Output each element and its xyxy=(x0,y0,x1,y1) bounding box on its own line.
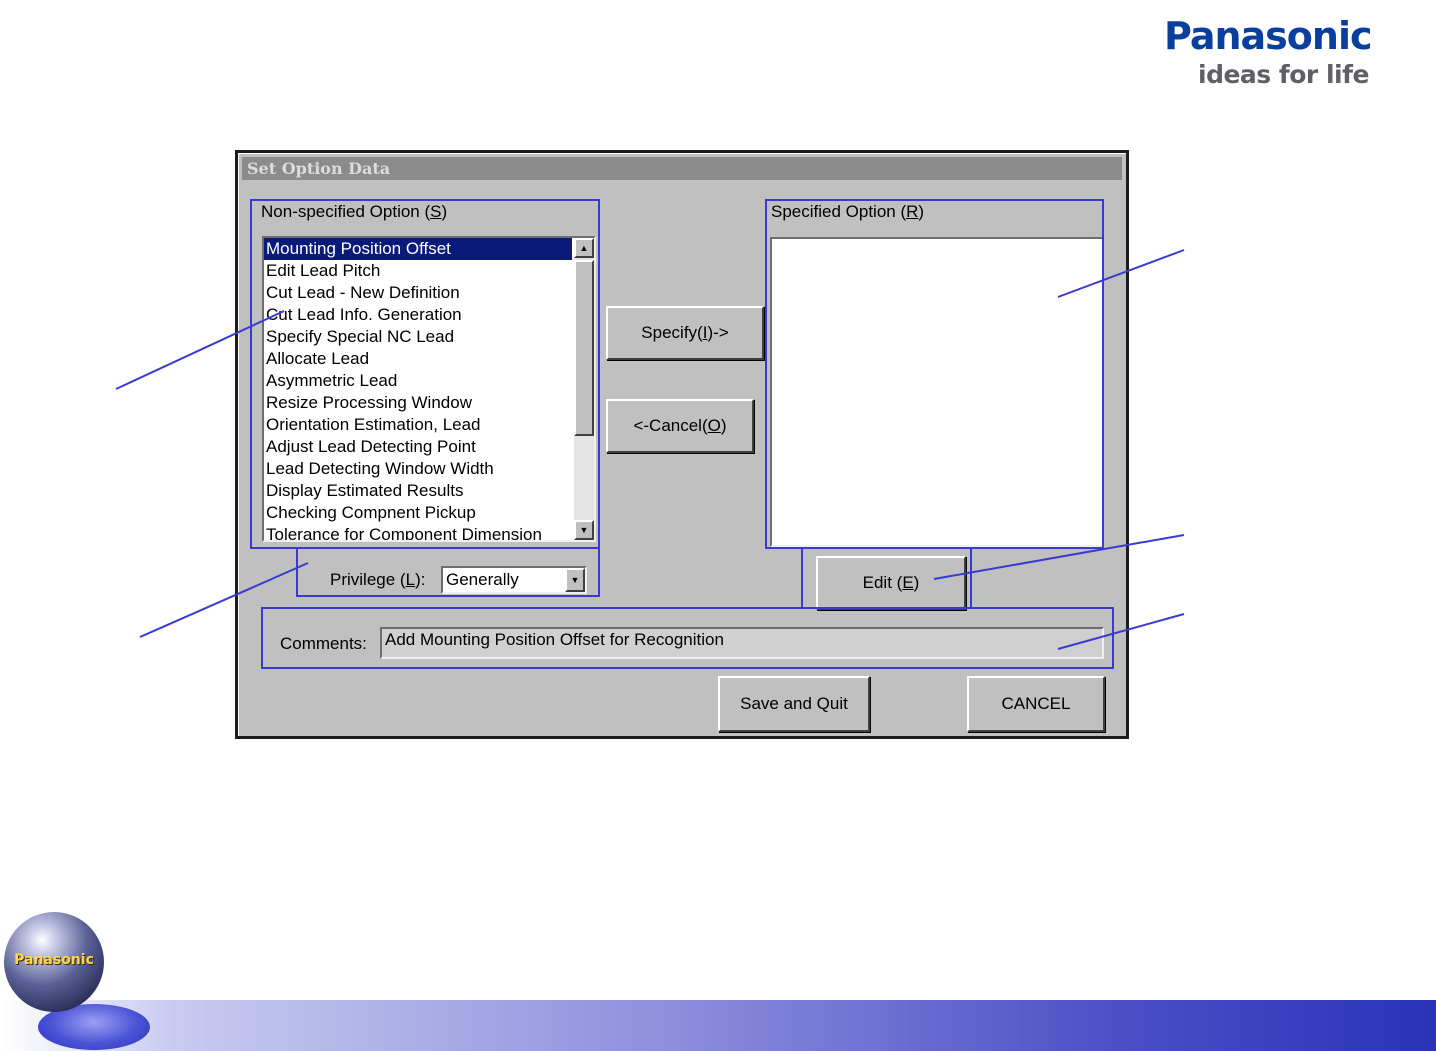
list-item[interactable]: Mounting Position Offset xyxy=(264,238,572,260)
privilege-label-text: Privilege ( xyxy=(330,570,406,589)
scroll-up-arrow-icon[interactable]: ▲ xyxy=(574,238,594,258)
non-specified-items: Mounting Position Offset Edit Lead Pitch C… xyxy=(264,238,572,540)
privilege-label-end: ): xyxy=(415,570,426,589)
edit-button-key: E xyxy=(902,573,914,592)
list-item[interactable]: Tolerance for Component Dimension xyxy=(264,524,572,540)
cancel-move-button-end: ) xyxy=(720,416,727,435)
non-specified-label-text: Non-specified Option ( xyxy=(261,202,431,221)
list-item[interactable]: Checking Compnent Pickup xyxy=(264,502,572,524)
brand-logo: Panasonic ideas for life xyxy=(1134,8,1434,92)
comments-label: Comments: xyxy=(280,634,367,653)
non-specified-label-end: ) xyxy=(441,202,448,221)
list-item[interactable]: Cut Lead Info. Generation xyxy=(264,304,572,326)
chevron-down-icon[interactable]: ▼ xyxy=(565,568,585,592)
edit-button-end: ) xyxy=(913,573,920,592)
cancel-move-button[interactable]: <-Cancel(O) xyxy=(606,399,754,453)
list-item[interactable]: Orientation Estimation, Lead xyxy=(264,414,572,436)
globe-logo-icon: Panasonic xyxy=(4,912,104,1012)
dialog-titlebar[interactable]: Set Option Data xyxy=(242,157,1122,180)
scroll-thumb[interactable] xyxy=(574,260,594,436)
specify-button[interactable]: Specify(I)-> xyxy=(606,306,764,360)
globe-label: Panasonic xyxy=(14,952,94,968)
non-specified-option-list[interactable]: Mounting Position Offset Edit Lead Pitch C… xyxy=(262,236,596,542)
privilege-value: Generally xyxy=(446,570,519,589)
list-item[interactable]: Adjust Lead Detecting Point xyxy=(264,436,572,458)
specify-button-end: )-> xyxy=(707,323,729,342)
list-item[interactable]: Display Estimated Results xyxy=(264,480,572,502)
brand-name: Panasonic xyxy=(1164,14,1372,58)
specified-label-key: R xyxy=(906,202,919,221)
scroll-down-arrow-icon[interactable]: ▼ xyxy=(574,520,594,540)
list-item[interactable]: Edit Lead Pitch xyxy=(264,260,572,282)
list-item[interactable]: Asymmetric Lead xyxy=(264,370,572,392)
list-scrollbar[interactable]: ▲ ▼ xyxy=(574,238,594,540)
list-item[interactable]: Allocate Lead xyxy=(264,348,572,370)
list-item[interactable]: Specify Special NC Lead xyxy=(264,326,572,348)
list-item[interactable]: Cut Lead - New Definition xyxy=(264,282,572,304)
specified-option-label: Specified Option (R) xyxy=(771,202,924,222)
privilege-label: Privilege (L): xyxy=(330,570,425,590)
cancel-move-button-key: O xyxy=(707,416,721,435)
dialog-title: Set Option Data xyxy=(247,159,391,178)
edit-button-text: Edit ( xyxy=(862,573,903,592)
specified-label-end: ) xyxy=(918,202,925,221)
edit-button[interactable]: Edit (E) xyxy=(816,556,966,610)
privilege-label-key: L xyxy=(405,570,416,589)
list-item[interactable]: Resize Processing Window xyxy=(264,392,572,414)
non-specified-option-label: Non-specified Option (S) xyxy=(261,202,447,222)
comments-field[interactable]: Add Mounting Position Offset for Recogni… xyxy=(380,627,1104,659)
specified-option-list[interactable] xyxy=(770,237,1104,547)
save-and-quit-button[interactable]: Save and Quit xyxy=(718,676,870,732)
cancel-move-button-text: <-Cancel( xyxy=(633,416,708,435)
specify-button-text: Specify( xyxy=(641,323,703,342)
privilege-dropdown[interactable]: Generally ▼ xyxy=(441,566,587,594)
cancel-button[interactable]: CANCEL xyxy=(967,676,1105,732)
non-specified-label-key: S xyxy=(430,202,442,221)
list-item[interactable]: Lead Detecting Window Width xyxy=(264,458,572,480)
set-option-data-dialog: Set Option Data Non-specified Option (S)… xyxy=(235,150,1129,739)
brand-tagline: ideas for life xyxy=(1198,60,1369,89)
footer-gradient-bar xyxy=(0,1000,1436,1051)
specified-label-text: Specified Option ( xyxy=(771,202,907,221)
